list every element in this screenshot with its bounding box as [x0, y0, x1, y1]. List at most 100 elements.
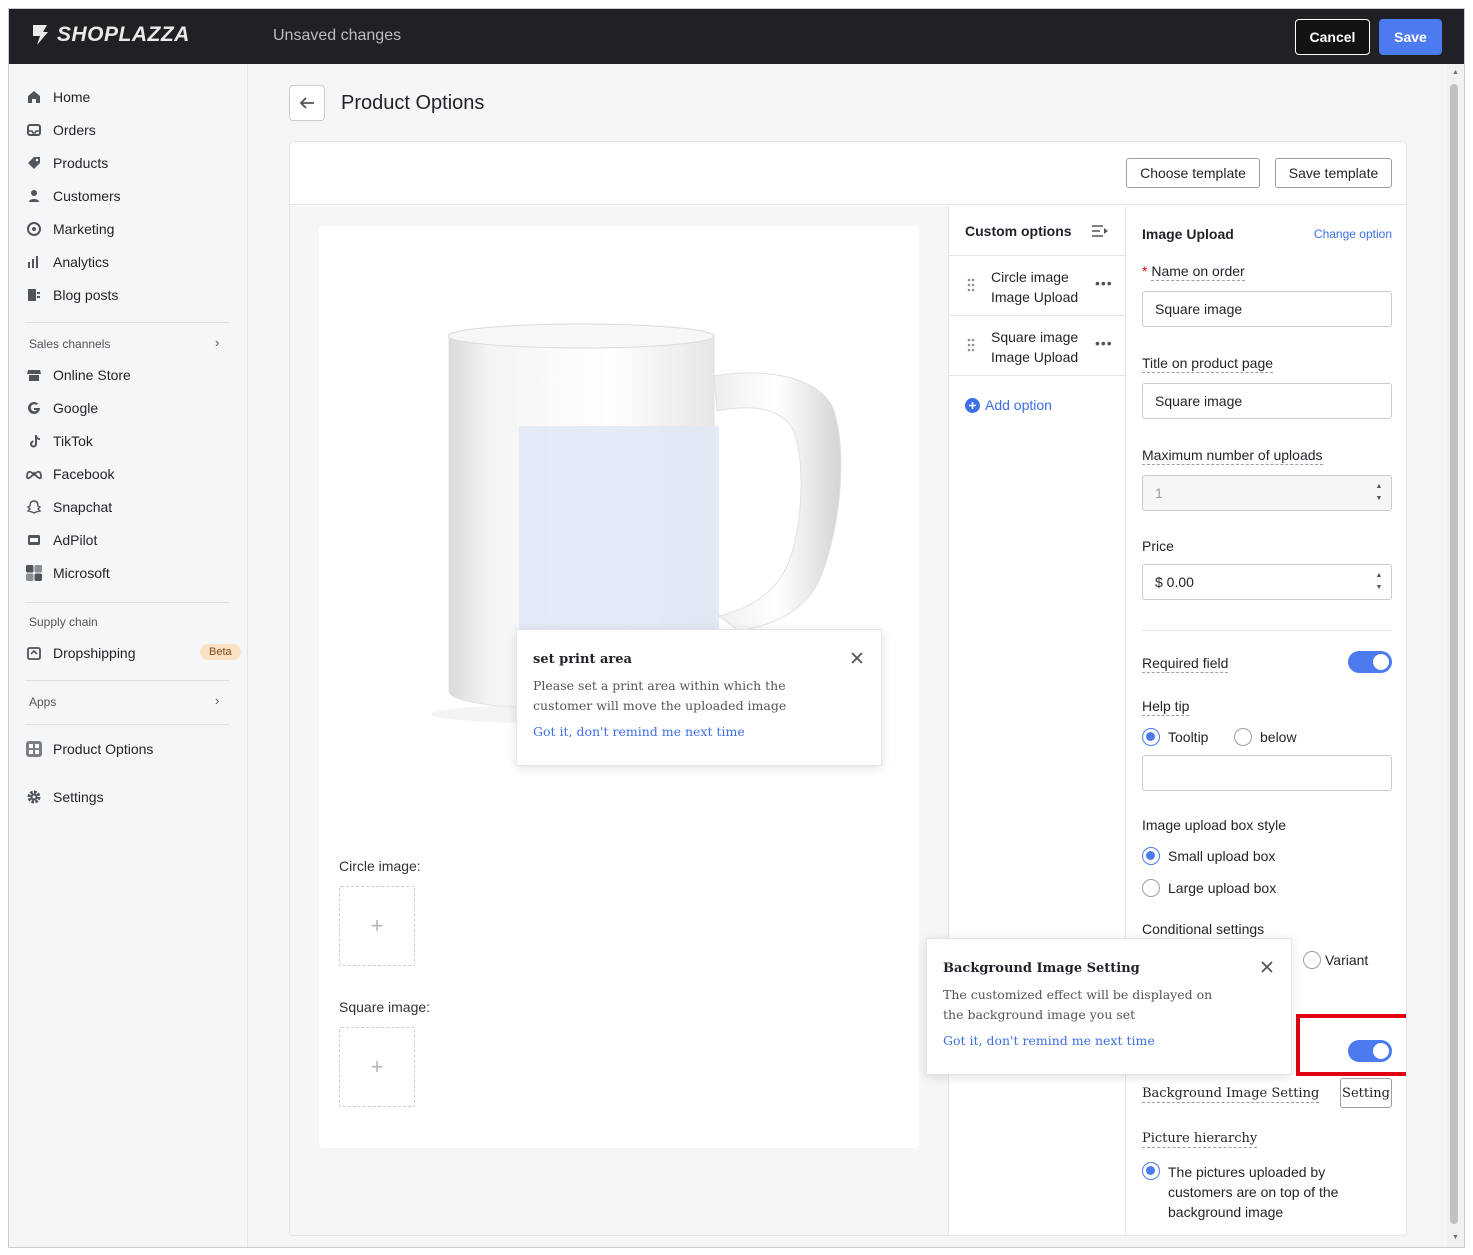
option-item-circle[interactable]: Circle image Image Upload ••• — [949, 257, 1125, 316]
close-icon[interactable] — [849, 650, 865, 666]
small-upload-box-radio[interactable] — [1142, 847, 1160, 865]
help-below-radio[interactable] — [1234, 728, 1252, 746]
square-image-upload[interactable]: + — [339, 1027, 415, 1107]
price-label: Price — [1142, 538, 1174, 554]
background-setting-button[interactable]: Setting — [1340, 1078, 1392, 1108]
shoplazza-logo-icon — [33, 25, 48, 45]
background-image-popover: Background Image Setting The customized … — [926, 938, 1292, 1075]
back-button[interactable] — [289, 85, 325, 121]
sidebar-item-online-store[interactable]: Online Store — [25, 362, 131, 388]
hierarchy-top-radio[interactable] — [1142, 1162, 1160, 1180]
sidebar-item-label: Analytics — [53, 254, 110, 270]
dismiss-link[interactable]: Got it, don't remind me next time — [533, 724, 745, 739]
required-field-label: Required field — [1142, 655, 1229, 673]
chevron-right-icon[interactable]: › — [215, 335, 219, 350]
sidebar-item-settings[interactable]: Settings — [25, 784, 104, 810]
required-field-toggle[interactable] — [1348, 651, 1392, 673]
close-icon[interactable] — [1259, 959, 1275, 975]
more-icon[interactable]: ••• — [1095, 335, 1113, 351]
option-item-text: Square image Image Upload — [991, 327, 1078, 367]
sidebar-item-label: Facebook — [53, 466, 115, 482]
page-scrollbar[interactable]: ▲ ▼ — [1447, 64, 1464, 1247]
stepper-arrows-icon[interactable]: ▲ ▼ — [1373, 570, 1385, 594]
sidebar-item-customers[interactable]: Customers — [25, 183, 121, 209]
sidebar-item-label: Customers — [53, 188, 121, 204]
sidebar-item-orders[interactable]: Orders — [25, 117, 96, 143]
picture-hierarchy-label: Picture hierarchy — [1142, 1131, 1258, 1148]
home-icon — [25, 88, 43, 106]
title-on-product-page-input[interactable]: Square image — [1142, 383, 1392, 419]
apps-label: Apps — [29, 695, 57, 709]
circle-image-label: Circle image: — [339, 858, 421, 874]
sidebar-item-product-options[interactable]: Product Options — [25, 736, 153, 762]
sidebar-item-analytics[interactable]: Analytics — [25, 249, 109, 275]
option-type: Image Upload — [991, 289, 1079, 305]
drag-handle-icon[interactable] — [967, 278, 975, 292]
variant-radio[interactable] — [1303, 951, 1321, 969]
scroll-thumb[interactable] — [1450, 84, 1458, 1224]
sidebar-item-adpilot[interactable]: AdPilot — [25, 527, 97, 553]
option-settings-panel: Image Upload Change option * Name on ord… — [1126, 206, 1406, 1235]
save-button[interactable]: Save — [1379, 19, 1442, 55]
conditional-settings-label: Conditional settings — [1142, 921, 1265, 939]
arrow-left-icon — [299, 97, 314, 109]
drag-handle-icon[interactable] — [967, 338, 975, 352]
plus-circle-icon — [965, 397, 980, 413]
google-icon — [25, 399, 43, 417]
add-option-button[interactable]: Add option — [965, 397, 1052, 413]
stepper-arrows-icon[interactable]: ▲ ▼ — [1373, 481, 1385, 505]
popover-title: set print area — [533, 652, 632, 667]
gear-icon — [25, 788, 43, 806]
chevron-right-icon[interactable]: › — [215, 693, 219, 708]
microsoft-icon — [25, 564, 43, 582]
sidebar-item-tiktok[interactable]: TikTok — [25, 428, 93, 454]
more-icon[interactable]: ••• — [1095, 275, 1113, 291]
beta-badge: Beta — [200, 644, 241, 660]
circle-image-upload[interactable]: + — [339, 886, 415, 966]
help-tip-input[interactable] — [1142, 755, 1392, 791]
collapse-list-icon[interactable] — [1091, 224, 1109, 238]
option-item-square[interactable]: Square image Image Upload ••• — [949, 317, 1125, 376]
scroll-down-icon[interactable]: ▼ — [1452, 1234, 1459, 1241]
sidebar-item-marketing[interactable]: Marketing — [25, 216, 114, 242]
panel-toolbar: Choose template Save template — [290, 142, 1406, 205]
sidebar-item-label: Settings — [53, 789, 104, 805]
hierarchy-top-label: The pictures uploaded by customers are o… — [1168, 1164, 1339, 1220]
bar-chart-icon — [25, 253, 43, 271]
sidebar-item-dropshipping[interactable]: Dropshipping Beta — [25, 640, 241, 666]
save-template-button[interactable]: Save template — [1275, 158, 1392, 188]
price-input[interactable]: $ 0.00 ▲ ▼ — [1142, 564, 1392, 600]
max-uploads-input[interactable]: 1 ▲ ▼ — [1142, 475, 1392, 511]
help-tooltip-radio[interactable] — [1142, 728, 1160, 746]
sidebar-item-label: Marketing — [53, 221, 115, 237]
name-on-order-text: Name on order — [1151, 263, 1245, 281]
settings-divider — [1142, 630, 1392, 631]
supply-chain-label: Supply chain — [29, 615, 98, 629]
dismiss-link[interactable]: Got it, don't remind me next time — [943, 1033, 1155, 1048]
sidebar-item-snapchat[interactable]: Snapchat — [25, 494, 112, 520]
scroll-up-icon[interactable]: ▲ — [1452, 69, 1459, 76]
change-option-link[interactable]: Change option — [1314, 227, 1392, 241]
app-window: SHOPLAZZA Unsaved changes Cancel Save Ho… — [8, 8, 1465, 1248]
title-on-product-page-label: Title on product page — [1142, 355, 1274, 373]
sidebar-item-blog-posts[interactable]: Blog posts — [25, 282, 118, 308]
variant-label: Variant — [1325, 952, 1369, 968]
sidebar-item-label: Products — [53, 155, 109, 171]
choose-template-button[interactable]: Choose template — [1126, 158, 1260, 188]
sidebar-item-label: AdPilot — [53, 532, 98, 548]
popover-title: Background Image Setting — [943, 961, 1140, 976]
brand-logo[interactable]: SHOPLAZZA — [29, 23, 190, 47]
sidebar-item-microsoft[interactable]: Microsoft — [25, 560, 110, 586]
page-title: Product Options — [341, 92, 485, 114]
sidebar-item-products[interactable]: Products — [25, 150, 108, 176]
sidebar-item-google[interactable]: Google — [25, 395, 98, 421]
print-area-popover: set print area Please set a print area w… — [516, 629, 882, 766]
sidebar-item-facebook[interactable]: Facebook — [25, 461, 114, 487]
name-on-order-input[interactable]: Square image — [1142, 291, 1392, 327]
cancel-button[interactable]: Cancel — [1295, 19, 1370, 55]
sidebar-item-home[interactable]: Home — [25, 84, 90, 110]
product-options-icon — [25, 740, 43, 758]
large-upload-box-radio[interactable] — [1142, 879, 1160, 897]
help-tooltip-label: Tooltip — [1168, 729, 1209, 745]
person-icon — [25, 187, 43, 205]
